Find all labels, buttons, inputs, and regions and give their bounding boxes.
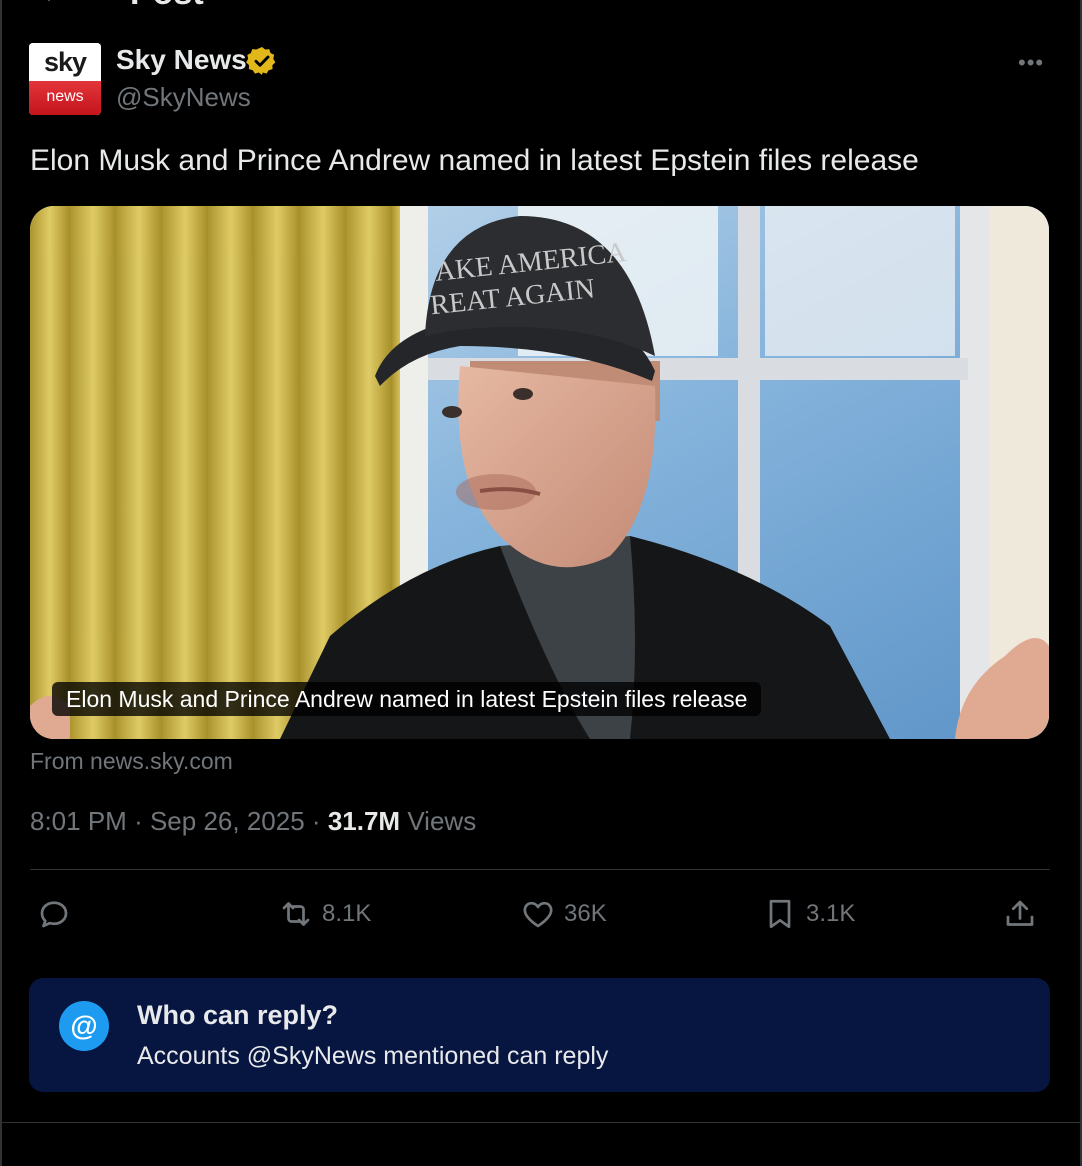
verified-badge-icon	[246, 47, 276, 75]
more-options-icon[interactable]: •••	[1018, 50, 1044, 76]
heart-icon	[523, 901, 553, 928]
media-caption: Elon Musk and Prince Andrew named in lat…	[52, 682, 762, 716]
top-header: ← Post	[0, 0, 1082, 10]
repost-count: 8.1K	[322, 900, 372, 927]
link-source[interactable]: From news.sky.com	[30, 748, 233, 775]
share-button[interactable]	[1002, 892, 1038, 936]
views-label: Views	[407, 806, 477, 836]
reply-restriction-subtitle: Accounts @SkyNews mentioned can reply	[137, 1042, 609, 1070]
divider	[30, 869, 1050, 870]
like-button[interactable]: 36K	[520, 892, 607, 936]
like-count: 36K	[564, 900, 607, 927]
meta-separator: ·	[134, 806, 143, 836]
post-text: Elon Musk and Prince Andrew named in lat…	[30, 144, 919, 177]
handle[interactable]: @SkyNews	[116, 82, 251, 113]
divider	[2, 1122, 1080, 1123]
reply-restriction-notice: @ Who can reply? Accounts @SkyNews menti…	[29, 978, 1050, 1092]
post-date[interactable]: Sep 26, 2025	[150, 806, 305, 836]
repost-button[interactable]: 8.1K	[278, 892, 371, 936]
reply-button[interactable]	[36, 892, 72, 936]
bookmark-button[interactable]: 3.1K	[762, 892, 855, 936]
mention-icon: @	[59, 1001, 109, 1051]
avatar-logo-top: sky	[29, 43, 101, 81]
bookmark-count: 3.1K	[806, 900, 856, 927]
frame-border-left	[0, 0, 2, 1166]
display-name[interactable]: Sky News	[116, 44, 247, 76]
back-arrow-icon[interactable]: ←	[40, 0, 66, 6]
avatar[interactable]: sky news	[29, 43, 101, 115]
page-title: Post	[130, 0, 204, 10]
bookmark-icon	[769, 899, 791, 929]
link-card-media[interactable]: AKE AMERICA REAT AGAIN Elon Musk and Pri…	[30, 206, 1049, 739]
post-time[interactable]: 8:01 PM	[30, 806, 127, 836]
meta-separator: ·	[311, 806, 321, 836]
media-image: AKE AMERICA REAT AGAIN	[30, 206, 1049, 739]
post-meta: 8:01 PM · Sep 26, 2025 · 31.7M Views	[30, 806, 476, 837]
views-count: 31.7M	[327, 806, 401, 836]
repost-icon	[282, 902, 310, 926]
reply-icon	[40, 901, 68, 928]
avatar-logo-text-sky: sky	[43, 47, 87, 77]
share-icon	[1006, 900, 1034, 926]
avatar-logo-bottom: news	[29, 81, 101, 115]
avatar-logo-text-news: news	[46, 88, 84, 105]
reply-restriction-title: Who can reply?	[137, 1000, 339, 1030]
